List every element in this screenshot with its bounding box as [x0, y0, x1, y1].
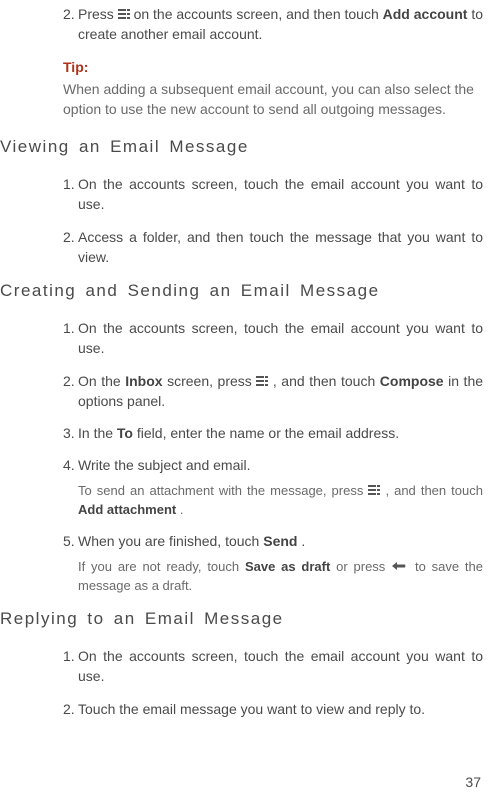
- t: On the: [78, 373, 125, 389]
- creating-step-5: 5. When you are finished, touch Send . I…: [0, 531, 483, 595]
- step-number: 2.: [63, 4, 75, 24]
- bold-inbox: Inbox: [125, 373, 162, 389]
- t: If you are not ready, touch: [78, 559, 245, 574]
- step-number: 2.: [63, 371, 75, 391]
- heading-viewing: Viewing an Email Message: [0, 135, 483, 160]
- t: To send an attachment with the message, …: [78, 483, 368, 498]
- creating-step-4: 4. Write the subject and email. To send …: [0, 455, 483, 519]
- creating-step-1: 1. On the accounts screen, touch the ema…: [0, 318, 483, 359]
- t: , and then touch: [385, 483, 483, 498]
- menu-icon: [256, 375, 268, 387]
- step-text-mid: on the accounts screen, and then touch: [134, 6, 383, 22]
- step-text: Touch the email message you want to view…: [78, 701, 425, 717]
- bold-add-account: Add account: [383, 6, 468, 22]
- t: , and then touch: [273, 373, 380, 389]
- step-number: 1.: [63, 646, 75, 666]
- heading-creating: Creating and Sending an Email Message: [0, 279, 483, 304]
- creating-step-3: 3. In the To field, enter the name or th…: [0, 423, 483, 443]
- manual-page: 2. Press on the accounts screen, and the…: [0, 4, 501, 802]
- step-number: 1.: [63, 174, 75, 194]
- t: In the: [78, 425, 117, 441]
- step-text: Write the subject and email.: [78, 457, 251, 473]
- step-number: 4.: [63, 455, 75, 475]
- tip-body: When adding a subsequent email account, …: [63, 79, 483, 120]
- bold-send: Send: [263, 533, 297, 549]
- step-4-note: To send an attachment with the message, …: [78, 482, 483, 520]
- t: .: [180, 502, 184, 517]
- step-number: 5.: [63, 531, 75, 551]
- replying-step-1: 1. On the accounts screen, touch the ema…: [0, 646, 483, 687]
- viewing-steps: 1. On the accounts screen, touch the ema…: [0, 174, 483, 267]
- viewing-step-1: 1. On the accounts screen, touch the ema…: [0, 174, 483, 215]
- step-add-account: 2. Press on the accounts screen, and the…: [0, 4, 483, 45]
- replying-step-2: 2. Touch the email message you want to v…: [0, 699, 483, 719]
- step-number: 3.: [63, 423, 75, 443]
- step-text: On the accounts screen, touch the email …: [78, 176, 483, 212]
- step-number: 2.: [63, 227, 75, 247]
- viewing-step-2: 2. Access a folder, and then touch the m…: [0, 227, 483, 268]
- step-number: 1.: [63, 318, 75, 338]
- step-text-pre: Press: [78, 6, 118, 22]
- creating-steps: 1. On the accounts screen, touch the ema…: [0, 318, 483, 595]
- bold-to: To: [117, 425, 133, 441]
- t: or press: [336, 559, 391, 574]
- tip-heading: Tip:: [63, 57, 483, 77]
- t: When you are finished, touch: [78, 533, 263, 549]
- creating-step-2: 2. On the Inbox screen, press , and then…: [0, 371, 483, 412]
- page-number: 37: [465, 772, 481, 792]
- bold-add-attachment: Add attachment: [78, 502, 176, 517]
- top-steps: 2. Press on the accounts screen, and the…: [0, 4, 483, 45]
- menu-icon: [368, 484, 380, 496]
- step-5-note: If you are not ready, touch Save as draf…: [78, 558, 483, 596]
- back-icon: [391, 561, 409, 571]
- bold-compose: Compose: [380, 373, 444, 389]
- replying-steps: 1. On the accounts screen, touch the ema…: [0, 646, 483, 719]
- step-text: On the accounts screen, touch the email …: [78, 648, 483, 684]
- heading-replying: Replying to an Email Message: [0, 607, 483, 632]
- step-text: Access a folder, and then touch the mess…: [78, 229, 483, 265]
- tip-block: Tip: When adding a subsequent email acco…: [0, 57, 483, 120]
- t: screen, press: [167, 373, 256, 389]
- menu-icon: [118, 8, 130, 20]
- step-text: On the accounts screen, touch the email …: [78, 320, 483, 356]
- step-number: 2.: [63, 699, 75, 719]
- t: field, enter the name or the email addre…: [137, 425, 399, 441]
- t: .: [301, 533, 305, 549]
- bold-save-draft: Save as draft: [245, 559, 330, 574]
